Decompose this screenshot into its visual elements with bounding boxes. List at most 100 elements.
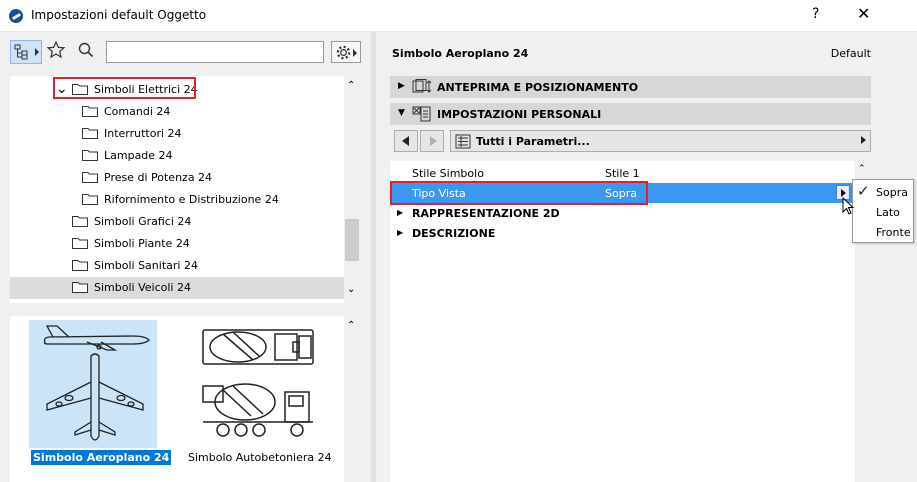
page-select-label: Tutti i Parametri... (476, 135, 590, 148)
star-icon (46, 40, 66, 59)
search-input[interactable] (106, 41, 324, 63)
favorites-button[interactable] (46, 40, 68, 64)
default-label: Default (830, 47, 871, 60)
library-panel: ⌄ Simboli Elettrici 24 Comandi 24 Interr… (0, 32, 371, 482)
param-row-stile-simbolo[interactable]: Stile Simbolo Stile 1 (390, 163, 855, 183)
tree-item-label: Prese di Potenza 24 (104, 171, 213, 184)
param-group-label: RAPPRESENTAZIONE 2D (412, 207, 560, 220)
tree-item-label: Interruttori 24 (104, 127, 182, 140)
tree-item-label: Simboli Grafici 24 (94, 215, 192, 228)
object-preview-grid: Simbolo Aeroplano 24 Simbolo Autobetonie… (10, 316, 344, 482)
search-button[interactable] (76, 40, 98, 64)
concrete-mixer-truck-icon (202, 329, 314, 437)
scroll-down-icon[interactable]: ⌄ (347, 284, 355, 295)
scroll-up-icon[interactable]: ⌃ (858, 164, 866, 174)
previous-page-button[interactable] (394, 130, 418, 152)
scroll-up-icon[interactable]: ⌃ (347, 80, 355, 91)
folder-icon (82, 128, 98, 139)
highlight-box (53, 77, 196, 99)
option-sopra[interactable]: ✓ Sopra (853, 182, 913, 202)
folder-icon (82, 194, 98, 205)
section-label: IMPOSTAZIONI PERSONALI (437, 108, 602, 121)
close-button[interactable]: ✕ (857, 4, 870, 23)
arrow-right-icon (430, 136, 437, 146)
title-bar: Impostazioni default Oggetto ? ✕ (0, 0, 917, 32)
parameters-list-icon (455, 134, 471, 149)
tree-scrollbar[interactable]: ⌃ ⌄ (344, 76, 360, 303)
section-label: ANTEPRIMA E POSIZIONAMENTO (437, 81, 639, 94)
dropdown-arrow-icon (861, 136, 866, 144)
highlight-box (390, 181, 648, 205)
window-title: Impostazioni default Oggetto (31, 8, 207, 22)
tree-item-label: Simboli Sanitari 24 (94, 259, 198, 272)
option-label: Fronte (876, 226, 911, 239)
tree-item-simboli-grafici[interactable]: Simboli Grafici 24 (10, 211, 344, 233)
search-icon (78, 42, 94, 58)
tree-item-label: Simboli Veicoli 24 (94, 281, 191, 294)
page-select[interactable]: Tutti i Parametri... (450, 130, 871, 152)
help-button[interactable]: ? (812, 6, 819, 22)
tree-item-simboli-piante[interactable]: Simboli Piante 24 (10, 233, 344, 255)
folder-icon (72, 216, 88, 227)
page-navigation: Tutti i Parametri... (390, 130, 871, 154)
folder-icon (72, 238, 88, 249)
collapsed-triangle-icon: ▶ (397, 208, 404, 217)
tree-item-rifornimento[interactable]: Rifornimento e Distribuzione 24 (10, 189, 344, 211)
tipo-vista-options-popup: ✓ Sopra Lato Fronte (852, 179, 914, 243)
folder-tree: ⌄ Simboli Elettrici 24 Comandi 24 Interr… (10, 76, 344, 303)
folder-icon (72, 282, 88, 293)
tree-item-simboli-veicoli[interactable]: Simboli Veicoli 24 (10, 277, 344, 299)
scroll-up-icon[interactable]: ⌃ (347, 320, 355, 331)
expanded-triangle-icon: ▼ (398, 108, 405, 118)
parameters-list: Stile Simbolo Stile 1 Tipo Vista Sopra ▶… (390, 161, 855, 482)
param-group-rappresentazione-2d[interactable]: ▶ RAPPRESENTAZIONE 2D (390, 203, 855, 223)
tree-item-label: Simboli Piante 24 (94, 237, 190, 250)
tree-item-comandi[interactable]: Comandi 24 (10, 101, 344, 123)
tree-item-interruttori[interactable]: Interruttori 24 (10, 123, 344, 145)
option-label: Lato (876, 206, 900, 219)
next-page-button[interactable] (420, 130, 444, 152)
preview-item-autobetoniera[interactable] (193, 320, 321, 448)
param-group-descrizione[interactable]: ▶ DESCRIZIONE (390, 223, 855, 243)
param-name: Stile Simbolo (412, 167, 484, 180)
folder-icon (82, 172, 98, 183)
option-label: Sopra (876, 186, 908, 199)
dropdown-arrow-icon (353, 49, 357, 57)
custom-settings-icon (412, 106, 431, 122)
preview-scrollbar[interactable]: ⌃ (344, 316, 360, 482)
param-value[interactable]: Stile 1 (605, 167, 640, 180)
folder-view-button[interactable] (10, 40, 42, 64)
airplane-icon (43, 325, 150, 441)
section-anteprima[interactable]: ▶ ANTEPRIMA E POSIZIONAMENTO (390, 76, 871, 98)
preview-item-label[interactable]: Simbolo Aeroplano 24 (31, 450, 172, 465)
tree-item-simboli-sanitari[interactable]: Simboli Sanitari 24 (10, 255, 344, 277)
tree-item-label: Comandi 24 (104, 105, 171, 118)
tree-item-lampade[interactable]: Lampade 24 (10, 145, 344, 167)
mouse-cursor-icon (842, 197, 855, 215)
dropdown-arrow-icon (35, 48, 39, 56)
scroll-thumb[interactable] (345, 219, 359, 261)
settings-panel: Simbolo Aeroplano 24 Default ▶ ANTEPRIMA… (376, 32, 917, 482)
collapsed-triangle-icon: ▶ (398, 81, 405, 91)
param-group-label: DESCRIZIONE (412, 227, 496, 240)
option-fronte[interactable]: Fronte (853, 222, 913, 242)
option-lato[interactable]: Lato (853, 202, 913, 222)
tree-item-label: Lampade 24 (104, 149, 173, 162)
section-impostazioni-personali[interactable]: ▼ IMPOSTAZIONI PERSONALI (390, 103, 871, 125)
collapsed-triangle-icon: ▶ (397, 228, 404, 237)
library-toolbar (0, 32, 371, 72)
object-title: Simbolo Aeroplano 24 (392, 47, 529, 60)
preview-position-icon (412, 79, 432, 93)
tree-item-label: Rifornimento e Distribuzione 24 (104, 193, 279, 206)
folder-icon (72, 260, 88, 271)
preview-item-label[interactable]: Simbolo Autobetoniera 24 (188, 451, 332, 464)
checkmark-icon: ✓ (857, 182, 870, 200)
folder-icon (82, 106, 98, 117)
tree-view-icon (14, 44, 28, 60)
library-settings-button[interactable] (331, 41, 361, 63)
folder-icon (82, 150, 98, 161)
gear-icon (336, 45, 351, 60)
preview-item-aeroplano[interactable] (29, 320, 157, 448)
app-logo-icon (9, 9, 23, 23)
tree-item-prese-di-potenza[interactable]: Prese di Potenza 24 (10, 167, 344, 189)
